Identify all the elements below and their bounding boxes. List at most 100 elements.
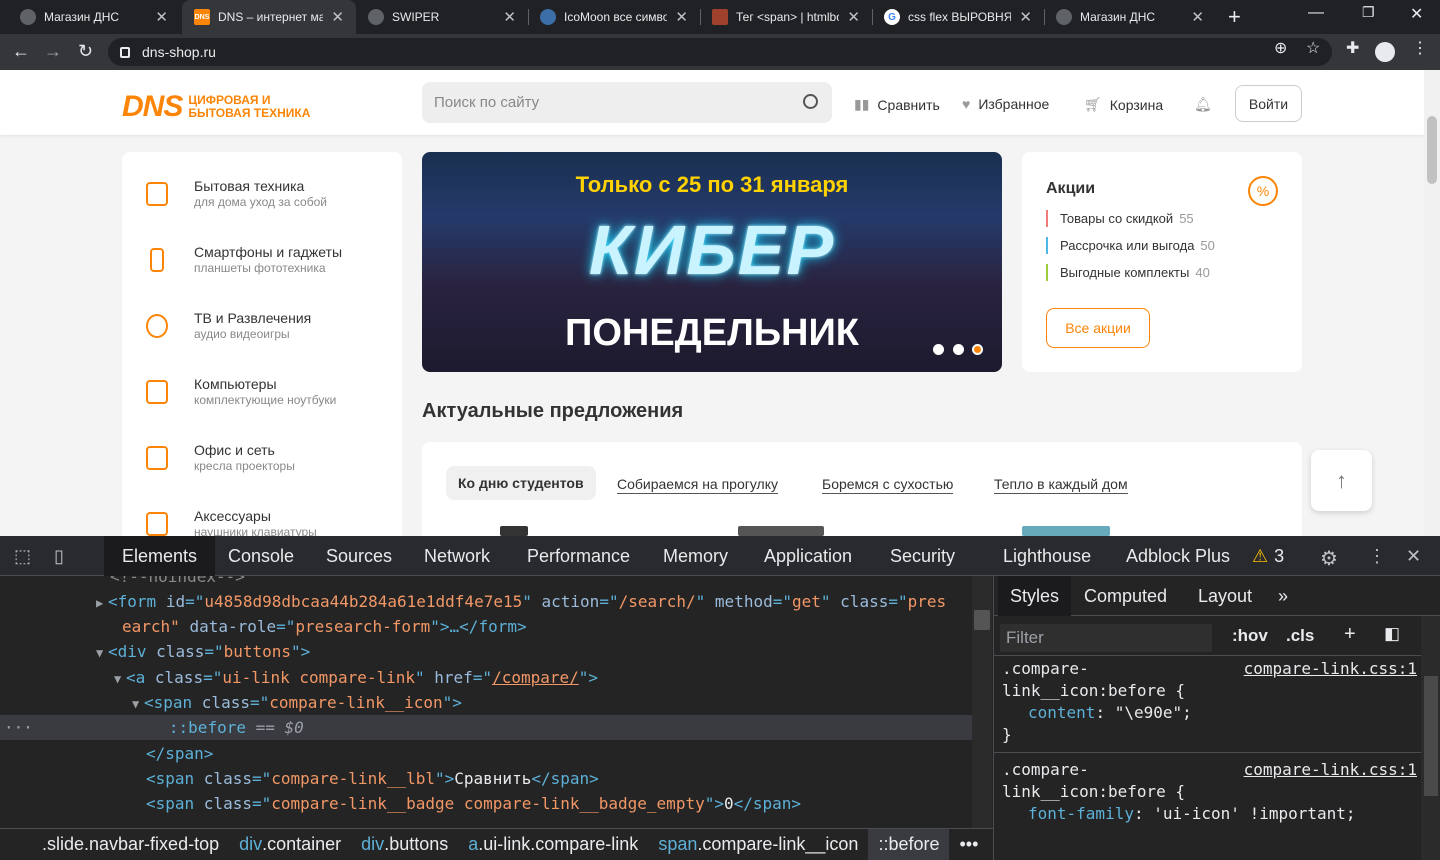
cart-link[interactable]: 🛒︎ Корзина [1084, 96, 1163, 113]
dns-logo[interactable]: DNS ЦИФРОВАЯ И БЫТОВАЯ ТЕХНИКА [122, 90, 310, 124]
dom-node-span-lbl[interactable]: <span class="compare-link__lbl">Сравнить… [146, 766, 972, 791]
all-promotions-button[interactable]: Все акции [1046, 308, 1150, 348]
layout-tab[interactable]: Layout [1186, 576, 1264, 616]
close-tab-icon[interactable]: ✕ [1019, 8, 1032, 26]
product-image[interactable] [738, 526, 824, 536]
breadcrumb-item[interactable]: span .compare-link__icon [648, 829, 868, 860]
styles-filter-input[interactable]: Filter [1000, 624, 1212, 652]
close-window-icon[interactable]: ✕ [1410, 4, 1423, 24]
dom-node-form-continued[interactable]: earch" data-role="presearch-form">…</for… [122, 614, 972, 639]
rule-declaration[interactable]: content: "\e90e"; [1002, 702, 1440, 724]
notifications-link[interactable]: 🔔︎ [1194, 96, 1220, 113]
scrollbar-thumb[interactable] [974, 610, 990, 630]
close-tab-icon[interactable]: ✕ [675, 8, 688, 26]
category-item[interactable]: Бытовая техника для дома уход за собой [146, 178, 327, 210]
class-toggle[interactable]: .cls [1286, 626, 1314, 646]
offer-tab[interactable]: Собираемся на прогулку [617, 474, 778, 494]
browser-tab[interactable]: Магазин ДНС ✕ [1044, 0, 1216, 34]
slider-dot[interactable] [933, 344, 944, 355]
breadcrumb-item[interactable]: div .container [229, 829, 351, 860]
inspect-element-icon[interactable]: ⬚ [14, 546, 31, 567]
devtools-tab-network[interactable]: Network [406, 536, 508, 576]
category-item[interactable]: Офис и сеть кресла проекторы [146, 442, 295, 474]
close-devtools-icon[interactable]: ✕ [1406, 546, 1421, 567]
device-toggle-icon[interactable]: ▯ [54, 546, 64, 567]
more-tabs-icon[interactable]: » [1266, 576, 1300, 616]
breadcrumb-item[interactable]: div .buttons [351, 829, 458, 860]
expand-triangle-icon[interactable]: ▶ [96, 591, 108, 616]
close-tab-icon[interactable]: ✕ [503, 8, 516, 26]
offer-tab[interactable]: Боремся с сухостью [822, 474, 954, 494]
menu-kebab-icon[interactable]: ⋮ [1412, 38, 1428, 58]
devtools-menu-icon[interactable]: ⋮ [1368, 546, 1386, 567]
bookmark-star-icon[interactable]: ☆ [1306, 38, 1320, 58]
product-image[interactable] [1022, 526, 1110, 536]
hover-state-toggle[interactable]: :hov [1232, 626, 1268, 646]
computed-tab[interactable]: Computed [1072, 576, 1179, 616]
toggle-sidebar-icon[interactable]: ◧ [1384, 624, 1400, 644]
breadcrumb-item-active[interactable]: ::before [868, 829, 950, 860]
dom-tree[interactable]: <!--noindex--> ▶ <form id="u4858d98dbcaa4… [0, 576, 972, 828]
category-item[interactable]: Аксессуары наушники клавиатуры [146, 508, 317, 536]
devtools-tab-application[interactable]: Application [746, 536, 870, 576]
dom-node-span-icon[interactable]: ▼ <span class="compare-link__icon"> [132, 690, 972, 715]
forward-icon[interactable]: → [44, 42, 62, 60]
url-bar[interactable]: dns-shop.ru [108, 38, 1332, 66]
offer-tab[interactable]: Тепло в каждый дом [994, 474, 1128, 494]
category-item[interactable]: Смартфоны и гаджеты планшеты фототехника [146, 244, 342, 276]
devtools-tab-performance[interactable]: Performance [509, 536, 648, 576]
devtools-tab-sources[interactable]: Sources [308, 536, 410, 576]
favorites-link[interactable]: ♥ Избранное [962, 96, 1049, 112]
css-rule[interactable]: .compare- link__icon:before { compare-li… [994, 759, 1440, 825]
devtools-tab-memory[interactable]: Memory [645, 536, 746, 576]
breadcrumb-item[interactable]: .slide.navbar-fixed-top [0, 829, 229, 860]
browser-tab[interactable]: Тег <span> | htmlbo ✕ [700, 0, 872, 34]
dom-node-a-compare[interactable]: ▼ <a class="ui-link compare-link" href="/… [114, 665, 972, 690]
page-scrollbar[interactable] [1424, 70, 1440, 536]
slider-dot-active[interactable] [972, 344, 983, 355]
reload-icon[interactable]: ↻ [78, 42, 93, 60]
css-rule[interactable]: .compare- link__icon:before { compare-li… [994, 658, 1440, 746]
profile-avatar[interactable] [1375, 42, 1395, 62]
settings-gear-icon[interactable]: ⚙ [1320, 546, 1338, 571]
styles-scrollbar[interactable] [1421, 616, 1440, 860]
slider-dot[interactable] [953, 344, 964, 355]
browser-tab[interactable]: Магазин ДНС ✕ [8, 0, 180, 34]
scroll-to-top-button[interactable]: ↑ [1311, 450, 1372, 511]
warnings-counter[interactable]: ⚠ 3 [1246, 536, 1290, 576]
promo-row[interactable]: Рассрочка или выгода 50 [1046, 237, 1215, 254]
devtools-tab-console[interactable]: Console [210, 536, 312, 576]
restore-icon[interactable]: ❐ [1362, 4, 1375, 21]
rule-source-link[interactable]: compare-link.css:1 [1244, 658, 1417, 680]
breadcrumb-item[interactable]: a .ui-link.compare-link [458, 829, 648, 860]
install-icon[interactable]: ⊕ [1274, 38, 1287, 58]
dom-node-before-selected[interactable]: ···::before == $0 [0, 715, 972, 740]
devtools-tab-lighthouse[interactable]: Lighthouse [985, 536, 1109, 576]
category-item[interactable]: Компьютеры комплектующие ноутбуки [146, 376, 336, 408]
login-button[interactable]: Войти [1235, 85, 1302, 122]
browser-tab-active[interactable]: DNS DNS – интернет маг ✕ [182, 0, 356, 34]
promo-row[interactable]: Товары со скидкой 55 [1046, 210, 1194, 227]
promo-row[interactable]: Выгодные комплекты 40 [1046, 264, 1210, 281]
back-icon[interactable]: ← [12, 42, 30, 60]
site-search-input[interactable]: Поиск по сайту [422, 82, 832, 123]
scrollbar-thumb[interactable] [1427, 116, 1437, 184]
breadcrumb-more-icon[interactable]: ••• [949, 829, 988, 860]
product-image[interactable] [500, 526, 528, 536]
rule-source-link[interactable]: compare-link.css:1 [1244, 759, 1417, 781]
devtools-tab-adblock[interactable]: Adblock Plus [1108, 536, 1248, 576]
scrollbar-thumb[interactable] [1424, 676, 1438, 796]
close-tab-icon[interactable]: ✕ [155, 8, 168, 26]
styles-tab[interactable]: Styles [998, 576, 1072, 616]
offer-tab-active[interactable]: Ко дню студентов [446, 466, 596, 500]
promo-banner[interactable]: Только с 25 по 31 января КИБЕР ПОНЕДЕЛЬН… [422, 152, 1002, 372]
node-actions-icon[interactable]: ··· [4, 718, 33, 737]
new-tab-icon[interactable]: + [1228, 4, 1241, 30]
search-icon[interactable] [803, 94, 818, 109]
close-tab-icon[interactable]: ✕ [847, 8, 860, 26]
minimize-icon[interactable]: — [1308, 4, 1324, 22]
dom-comment-line[interactable]: <!--noindex--> [110, 576, 972, 589]
browser-tab[interactable]: SWIPER ✕ [356, 0, 528, 34]
browser-tab[interactable]: G css flex ВЫРОВНЯТЬ ✕ [872, 0, 1044, 34]
rule-declaration[interactable]: font-family: 'ui-icon' !important; [1002, 803, 1440, 825]
